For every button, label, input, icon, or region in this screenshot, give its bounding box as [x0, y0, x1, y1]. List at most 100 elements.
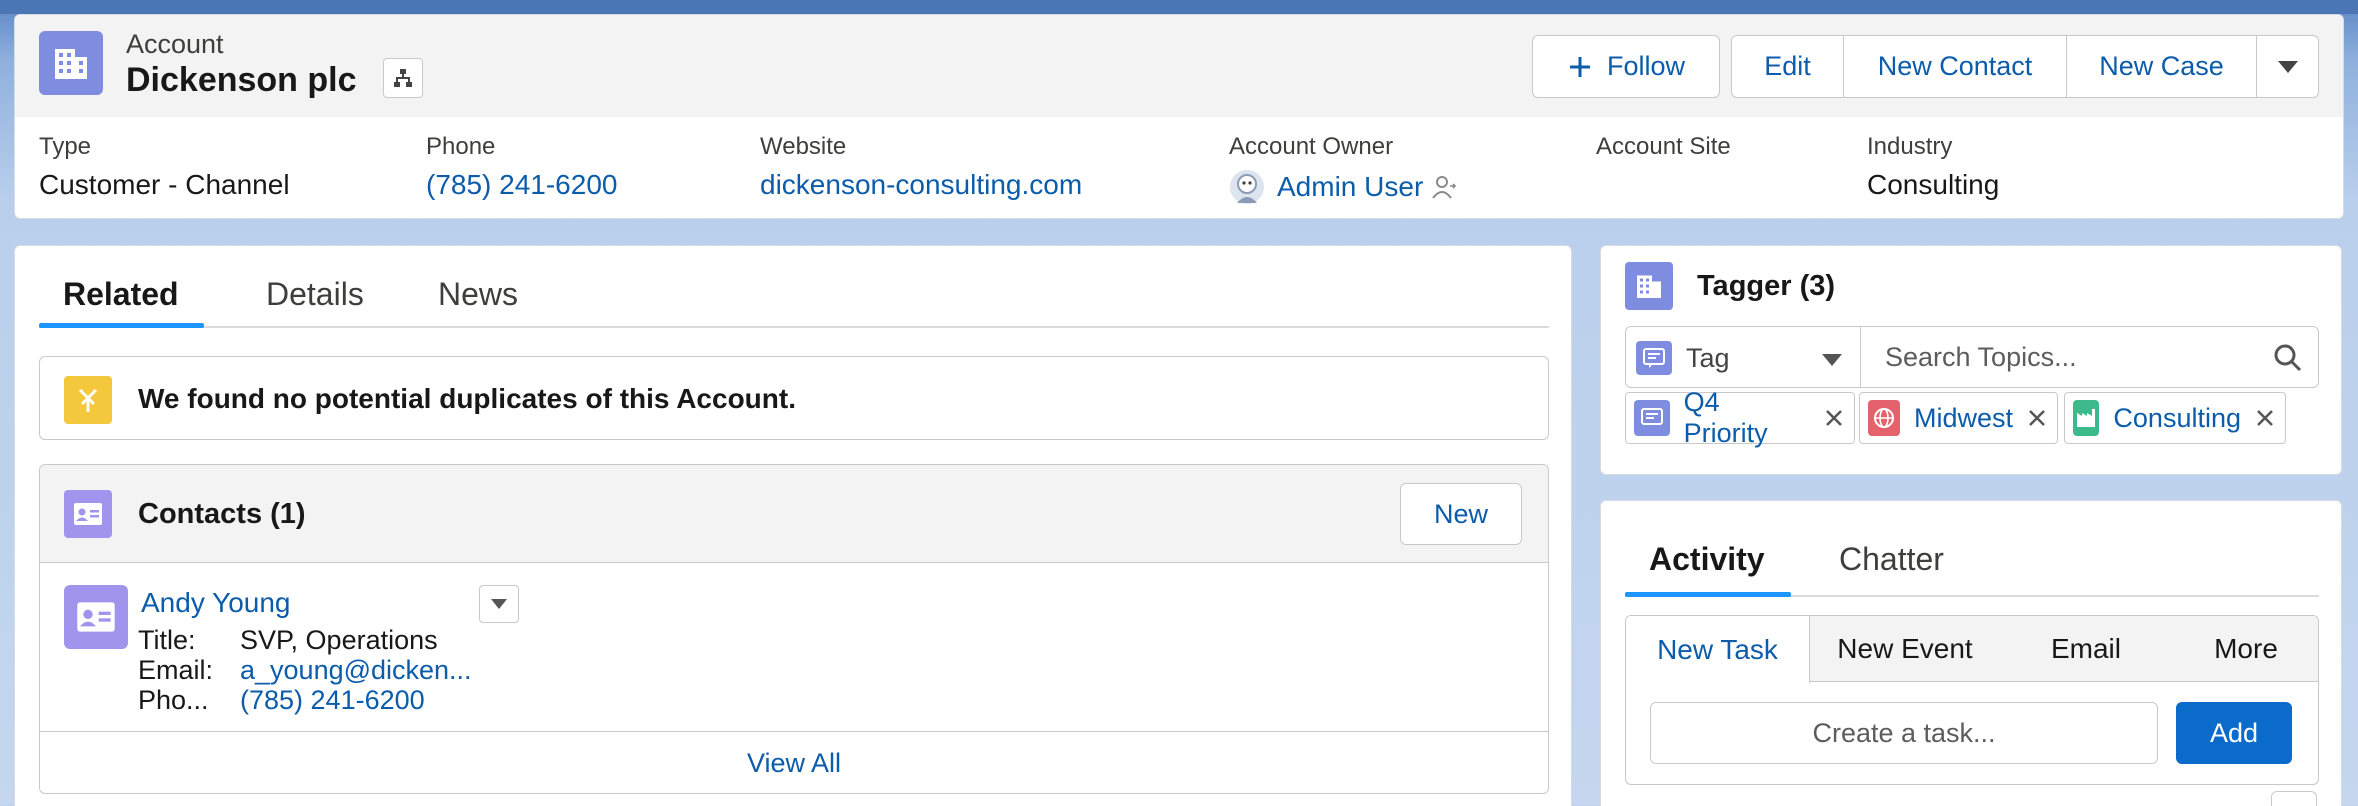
tag-pill-q4-priority[interactable]: Q4 Priority — [1625, 387, 1855, 448]
field-value: Consulting — [1867, 169, 2000, 200]
tag-icon — [1634, 400, 1670, 436]
field-account-owner: Account Owner Admin User — [1229, 133, 1457, 205]
follow-label: Follow — [1606, 51, 1686, 81]
contact-phone-link[interactable]: (785) 241-6200 — [240, 685, 425, 715]
new-contact-list-button[interactable]: New — [1400, 483, 1522, 545]
contacts-related-list: Contacts (1) New Andy Young Title: SVP, O… — [39, 464, 1549, 794]
plus-icon — [1569, 56, 1590, 77]
tab-chatter[interactable]: Chatter — [1839, 541, 1944, 578]
tab-email[interactable]: Email — [2000, 616, 2172, 682]
tag-icon — [1636, 341, 1672, 375]
remove-tag-icon[interactable] — [1824, 408, 1844, 428]
account-icon — [1625, 262, 1673, 310]
globe-icon — [1868, 400, 1900, 436]
tag-label: Midwest — [1913, 402, 2013, 433]
owner-value: Admin User — [1229, 169, 1457, 205]
search-topics-input[interactable] — [1861, 327, 2261, 387]
contact-avatar-icon — [64, 585, 128, 649]
view-hierarchy-button[interactable] — [383, 58, 423, 98]
follow-button[interactable]: Follow — [1532, 35, 1720, 98]
edit-button[interactable]: Edit — [1731, 35, 1844, 98]
field-value: Customer - Channel — [39, 169, 290, 200]
change-owner-icon[interactable] — [1431, 174, 1457, 200]
create-task-input[interactable] — [1650, 702, 2158, 764]
chevron-down-icon — [2277, 60, 2298, 73]
field-label: Phone — [426, 133, 496, 160]
tab-new-event[interactable]: New Event — [1810, 616, 2000, 682]
chevron-down-icon — [491, 599, 507, 609]
action-button-group: Edit New Contact New Case — [1731, 35, 2319, 98]
field-website: Website dickenson-consulting.com — [760, 133, 1082, 201]
field-label: Type — [39, 133, 92, 160]
contacts-header: Contacts (1) New — [40, 465, 1548, 563]
tag-label: Consulting — [2113, 402, 2241, 433]
activity-publisher: New Task New Event Email More Add — [1625, 615, 2319, 785]
duplicate-check-card: We found no potential duplicates of this… — [39, 356, 1549, 440]
contact-email-line: Email: a_young@dicken... — [138, 655, 472, 686]
record-title: Dickenson plc — [126, 61, 357, 99]
more-actions-button[interactable] — [2256, 35, 2319, 98]
tag-select-value: Tag — [1686, 343, 1730, 373]
record-tabs: Related Details News — [39, 268, 1549, 328]
tag-type-select[interactable]: Tag — [1625, 326, 1861, 388]
merge-icon — [64, 376, 112, 424]
contact-phone-line: Pho... (785) 241-6200 — [138, 685, 425, 716]
contact-row-actions-button[interactable] — [479, 585, 519, 623]
active-tab-indicator — [1625, 592, 1791, 597]
tag-pill-midwest[interactable]: Midwest — [1859, 392, 2058, 444]
hierarchy-icon — [394, 69, 412, 87]
duplicates-message: We found no potential duplicates of this… — [138, 383, 796, 414]
tagger-card: Tagger (3) Tag Q4 Priority — [1600, 245, 2342, 475]
remove-tag-icon[interactable] — [2255, 408, 2275, 428]
contacts-title[interactable]: Contacts (1) — [138, 498, 306, 531]
account-icon — [39, 31, 103, 95]
industry-icon — [2073, 400, 2100, 436]
contact-card-icon — [64, 490, 112, 538]
field-industry: Industry Consulting — [1867, 133, 1999, 201]
contact-title-value: SVP, Operations — [240, 625, 438, 655]
record-highlights-panel: Account Dickenson plc Follow Edit New Co… — [14, 14, 2344, 219]
filter-settings-button[interactable] — [2271, 791, 2317, 806]
owner-link[interactable]: Admin User — [1277, 171, 1423, 203]
remove-tag-icon[interactable] — [2027, 408, 2047, 428]
phone-link[interactable]: (785) 241-6200 — [426, 169, 617, 201]
field-type: Type Customer - Channel — [39, 133, 290, 201]
tagger-title: Tagger (3) — [1697, 270, 1836, 302]
tab-details[interactable]: Details — [266, 276, 364, 313]
tag-label: Q4 Priority — [1683, 387, 1768, 448]
app-background-band — [0, 0, 2358, 14]
tab-news[interactable]: News — [438, 276, 518, 313]
view-all-contacts-link[interactable]: View All — [40, 731, 1548, 793]
user-avatar-icon — [1230, 170, 1264, 204]
contact-email-link[interactable]: a_young@dicken... — [240, 655, 472, 685]
main-record-card: Related Details News We found no potenti… — [14, 245, 1572, 806]
tab-related[interactable]: Related — [63, 276, 179, 313]
topic-search — [1860, 326, 2319, 388]
list-item: Andy Young Title: SVP, Operations Email: a… — [40, 563, 1548, 731]
new-case-button[interactable]: New Case — [2066, 35, 2257, 98]
new-contact-button[interactable]: New Contact — [1843, 35, 2067, 98]
field-label: Pho... — [138, 685, 209, 715]
add-task-button[interactable]: Add — [2176, 702, 2292, 764]
object-type-label: Account — [126, 29, 224, 59]
contact-title-line: Title: SVP, Operations — [138, 625, 438, 656]
tab-more[interactable]: More — [2172, 616, 2318, 682]
field-label: Industry — [1867, 133, 1953, 160]
field-label: Title: — [138, 625, 196, 655]
field-account-site: Account Site — [1596, 133, 1731, 169]
chevron-down-icon — [1822, 354, 1842, 366]
active-tab-indicator — [39, 323, 204, 328]
tab-new-task[interactable]: New Task — [1626, 616, 1810, 683]
tag-pill-consulting[interactable]: Consulting — [2064, 392, 2286, 444]
contact-name-link[interactable]: Andy Young — [141, 587, 291, 619]
field-phone: Phone (785) 241-6200 — [426, 133, 617, 201]
field-label: Account Owner — [1229, 133, 1394, 160]
publisher-tabs: New Task New Event Email More — [1626, 616, 2318, 683]
tab-activity[interactable]: Activity — [1649, 541, 1765, 578]
field-label: Email: — [138, 655, 214, 685]
search-icon[interactable] — [2273, 343, 2303, 373]
field-label: Website — [760, 133, 847, 160]
activity-tabs: Activity Chatter — [1625, 527, 2319, 597]
website-link[interactable]: dickenson-consulting.com — [760, 169, 1082, 201]
field-label: Account Site — [1596, 133, 1731, 160]
